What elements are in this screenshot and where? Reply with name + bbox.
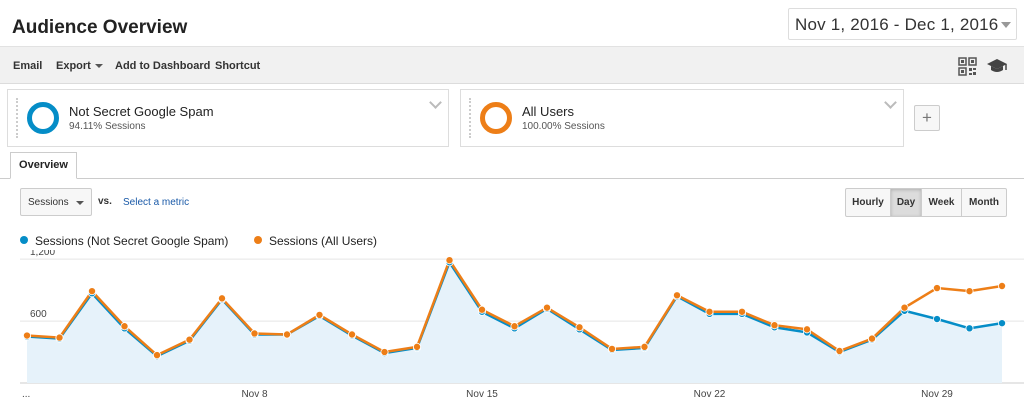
series-1-point [347, 330, 356, 339]
y-tick-label: 600 [30, 309, 47, 320]
series-1-point [543, 303, 552, 312]
drag-handle-icon[interactable] [469, 98, 472, 138]
caret-down-icon [94, 64, 103, 69]
week-button[interactable]: Week [921, 189, 961, 216]
sessions-line-chart: 600 1,200... Nov 8 Nov 15 Nov 22 Nov 29 [20, 250, 1024, 400]
hourly-button[interactable]: Hourly [846, 189, 890, 216]
export-button[interactable]: Export [56, 60, 103, 72]
legend-label: Sessions (All Users) [269, 234, 378, 248]
segment-donut-icon [27, 102, 59, 134]
series-1-point [510, 322, 519, 331]
date-range-picker[interactable]: Nov 1, 2016 - Dec 1, 2016 [788, 8, 1017, 40]
segment-name: All Users [522, 104, 575, 119]
series-1-point [770, 321, 779, 330]
segment-sessions-pct: 100.00% Sessions [522, 121, 605, 132]
chevron-down-icon[interactable] [429, 96, 442, 109]
series-1-point [315, 310, 324, 319]
legend-dot-icon [254, 236, 262, 244]
graduation-cap-icon[interactable] [986, 57, 1008, 75]
legend-dot-icon [20, 236, 28, 244]
legend-label: Sessions (Not Secret Google Spam) [35, 234, 229, 248]
metric-select-value: Sessions [28, 197, 69, 208]
x-tick-label: Nov 15 [466, 389, 498, 400]
segment-donut-icon [480, 102, 512, 134]
series-1-point [998, 281, 1007, 290]
series-1-point [22, 331, 31, 340]
email-button[interactable]: Email [13, 60, 42, 72]
x-tick-label: Nov 29 [921, 389, 953, 400]
series-1-point [152, 351, 161, 360]
segment-sessions-pct: 94.11% Sessions [69, 121, 146, 132]
segment-card-spam[interactable]: Not Secret Google Spam 94.11% Sessions [7, 89, 449, 147]
series-0-point [998, 319, 1007, 328]
tab-bar-divider [0, 178, 1024, 179]
add-segment-button[interactable]: + [914, 105, 940, 131]
series-1-point [250, 329, 259, 338]
series-1-point [608, 344, 617, 353]
chevron-down-icon[interactable] [884, 96, 897, 109]
chevron-down-icon [1001, 22, 1011, 28]
series-1-point [412, 342, 421, 351]
y-tick-label: 1,200 [30, 250, 55, 258]
series-0-point [933, 315, 942, 324]
shortcut-button[interactable]: Shortcut [215, 60, 260, 72]
plus-icon: + [922, 108, 932, 127]
add-to-dashboard-button[interactable]: Add to Dashboard [115, 60, 210, 72]
segment-card-all-users[interactable]: All Users 100.00% Sessions [460, 89, 904, 147]
series-1-point [185, 335, 194, 344]
export-label: Export [56, 60, 91, 72]
series-1-point [217, 294, 226, 303]
series-1-point [88, 287, 97, 296]
series-1-point [803, 325, 812, 334]
series-1-point [705, 307, 714, 316]
select-metric-link[interactable]: Select a metric [123, 197, 189, 208]
series-1-point [380, 348, 389, 357]
granularity-toggle: Hourly Day Week Month [845, 188, 1007, 217]
page-title: Audience Overview [12, 17, 188, 38]
report-toolbar: Email Export Add to Dashboard Shortcut [0, 46, 1024, 84]
date-range-text: Nov 1, 2016 - Dec 1, 2016 [795, 15, 999, 34]
series-1-point [120, 322, 129, 331]
series-1-point [445, 256, 454, 265]
vs-label: vs. [98, 196, 112, 207]
day-button[interactable]: Day [890, 189, 921, 216]
drag-handle-icon[interactable] [16, 98, 19, 138]
series-1-point [738, 307, 747, 316]
series-1-point [282, 330, 291, 339]
series-1-point [835, 347, 844, 356]
series-1-point [900, 303, 909, 312]
qr-code-icon[interactable] [958, 57, 977, 76]
x-axis-start-label: ... [22, 389, 30, 400]
series-1-point [575, 323, 584, 332]
series-1-point [477, 305, 486, 314]
series-1-point [640, 342, 649, 351]
series-1-point [673, 291, 682, 300]
tab-overview[interactable]: Overview [10, 152, 77, 179]
metric-select[interactable]: Sessions [20, 188, 92, 216]
report-header: Audience Overview Nov 1, 2016 - Dec 1, 2… [0, 0, 1024, 46]
series-0-point [965, 324, 974, 333]
series-1-point [868, 334, 877, 343]
x-tick-label: Nov 8 [241, 389, 268, 400]
series-1-point [933, 284, 942, 293]
series-1-point [965, 287, 974, 296]
series-1-point [55, 333, 64, 342]
x-tick-label: Nov 22 [694, 389, 726, 400]
segment-name: Not Secret Google Spam [69, 104, 214, 119]
legend-item-spam[interactable]: Sessions (Not Secret Google Spam) [20, 234, 228, 248]
legend-item-all-users[interactable]: Sessions (All Users) [254, 234, 377, 248]
caret-down-icon [76, 201, 84, 205]
month-button[interactable]: Month [961, 189, 1006, 216]
